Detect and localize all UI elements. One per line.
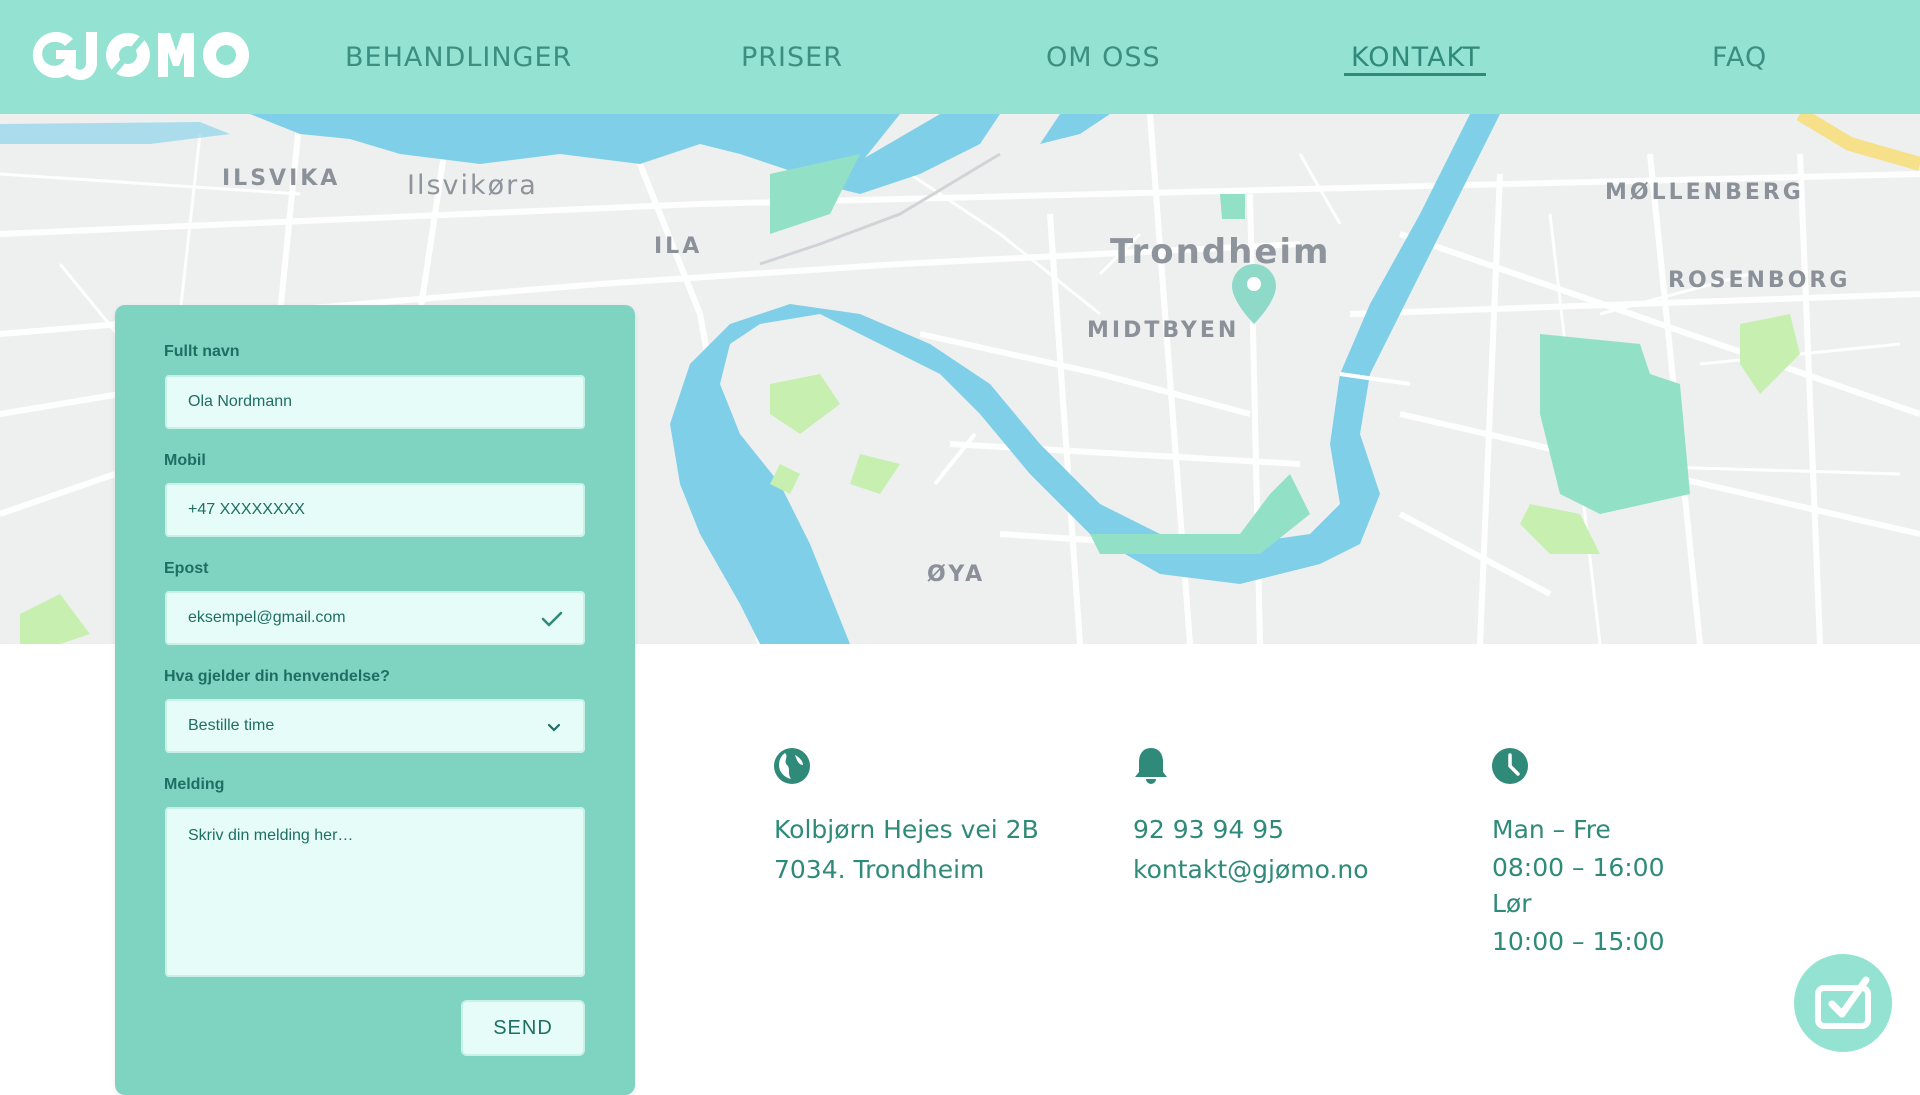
site-header: BEHANDLINGER PRISER OM OSS KONTAKT FAQ bbox=[0, 0, 1920, 114]
message-placeholder: Skriv din melding her… bbox=[188, 827, 354, 844]
nav-behandlinger[interactable]: BEHANDLINGER bbox=[345, 42, 572, 73]
map-label-trondheim: Trondheim bbox=[1110, 232, 1331, 272]
map-label-oya: ØYA bbox=[927, 562, 986, 587]
topic-label: Hva gjelder din henvendelse? bbox=[164, 668, 390, 685]
email-field[interactable]: eksempel@gmail.com bbox=[165, 591, 585, 645]
name-field[interactable]: Ola Nordmann bbox=[165, 375, 585, 429]
map-label-ilsvika: ILSVIKA bbox=[222, 166, 341, 191]
hours-saturday-label: Lør bbox=[1492, 889, 1532, 918]
globe-icon bbox=[774, 748, 810, 784]
message-textarea[interactable]: Skriv din melding her… bbox=[165, 807, 585, 977]
nav-kontakt[interactable]: KONTAKT bbox=[1351, 42, 1481, 73]
send-button[interactable]: SEND bbox=[461, 1000, 585, 1056]
contact-email[interactable]: kontakt@gjømo.no bbox=[1133, 850, 1369, 890]
name-label: Fullt navn bbox=[164, 343, 240, 360]
topic-value: Bestille time bbox=[188, 717, 275, 734]
name-value: Ola Nordmann bbox=[188, 393, 293, 410]
contact-form: Fullt navn Ola Nordmann Mobil +47 XXXXXX… bbox=[115, 305, 635, 1095]
map-label-rosenborg: ROSENBORG bbox=[1668, 268, 1851, 293]
message-label: Melding bbox=[164, 776, 225, 793]
map-label-mollenberg: MØLLENBERG bbox=[1605, 180, 1804, 205]
hours-weekday-label: Man – Fre bbox=[1492, 815, 1611, 844]
nav-om-oss[interactable]: OM OSS bbox=[1046, 42, 1161, 73]
mobile-value: +47 XXXXXXXX bbox=[188, 501, 305, 518]
nav-active-underline bbox=[1344, 73, 1486, 76]
nav-faq[interactable]: FAQ bbox=[1712, 42, 1767, 73]
map-label-midtbyen: MIDTBYEN bbox=[1087, 318, 1240, 343]
map-label-ilsvikora: Ilsvikøra bbox=[407, 170, 538, 201]
bell-icon bbox=[1135, 748, 1167, 784]
chevron-down-icon bbox=[547, 723, 561, 732]
hours-saturday: 10:00 – 15:00 bbox=[1492, 927, 1665, 956]
address-line2: 7034. Trondheim bbox=[774, 855, 985, 884]
topic-select[interactable]: Bestille time bbox=[165, 699, 585, 753]
map-label-ila: ILA bbox=[654, 234, 703, 259]
phone-number[interactable]: 92 93 94 95 bbox=[1133, 810, 1284, 850]
check-icon bbox=[541, 611, 563, 627]
mobile-field[interactable]: +47 XXXXXXXX bbox=[165, 483, 585, 537]
checkbox-icon bbox=[1815, 976, 1871, 1029]
mobile-label: Mobil bbox=[164, 452, 206, 469]
address-line1: Kolbjørn Hejes vei 2B bbox=[774, 815, 1039, 844]
hours-weekday: 08:00 – 16:00 bbox=[1492, 853, 1665, 882]
gjomo-logo[interactable] bbox=[28, 26, 254, 84]
floating-check-button[interactable] bbox=[1794, 954, 1892, 1052]
nav-priser[interactable]: PRISER bbox=[741, 42, 843, 73]
clock-icon bbox=[1492, 748, 1528, 784]
email-label: Epost bbox=[164, 560, 209, 577]
email-value: eksempel@gmail.com bbox=[188, 609, 346, 626]
